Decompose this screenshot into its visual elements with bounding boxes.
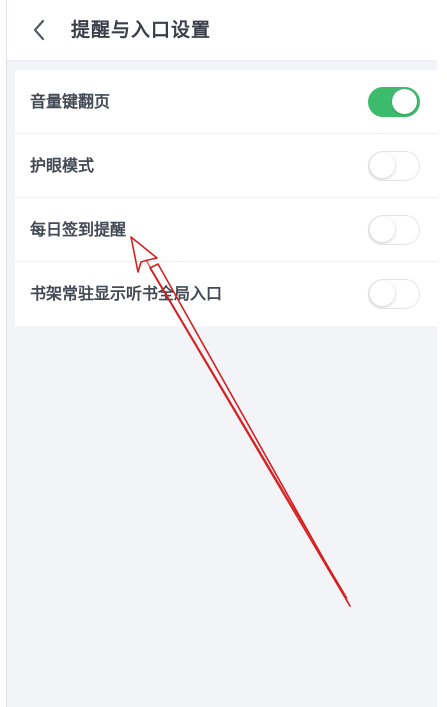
setting-row-eye-protection: 护眼模式 [15,134,437,198]
eye-protection-toggle[interactable] [368,150,420,181]
daily-checkin-reminder-toggle[interactable] [368,214,420,245]
setting-row-volume-page-turn: 音量键翻页 [15,70,437,134]
toggle-knob [370,281,395,306]
setting-row-daily-checkin-reminder: 每日签到提醒 [15,198,437,262]
setting-row-audiobook-entry: 书架常驻显示听书全局入口 [15,262,437,326]
setting-label: 书架常驻显示听书全局入口 [30,284,223,303]
setting-label: 护眼模式 [30,155,95,175]
audiobook-entry-toggle[interactable] [368,279,420,309]
page-title: 提醒与入口设置 [71,19,212,41]
setting-label: 每日签到提醒 [30,219,127,239]
settings-list: 音量键翻页 护眼模式 每日签到提醒 书架常驻显示听书全局入口 [15,70,437,326]
chevron-left-icon [33,19,45,41]
setting-label: 音量键翻页 [30,91,111,111]
toggle-knob [370,216,395,242]
top-bar: 提醒与入口设置 [7,0,437,61]
back-button[interactable] [27,17,51,43]
toggle-knob [392,88,417,114]
window-edge [6,0,7,707]
toggle-knob [370,152,395,178]
volume-page-turn-toggle[interactable] [368,86,420,117]
